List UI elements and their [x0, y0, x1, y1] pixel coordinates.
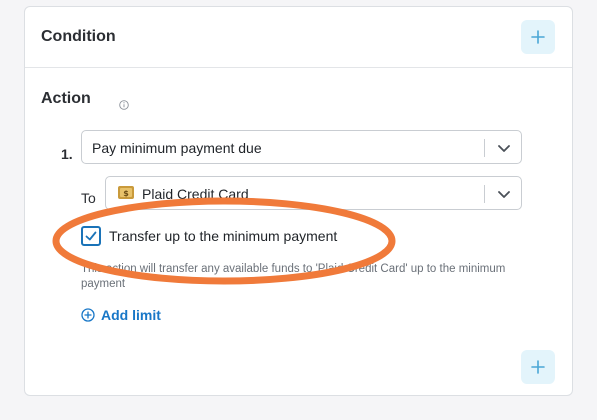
info-icon[interactable]: [119, 100, 129, 110]
select-separator: [484, 139, 485, 157]
plus-circle-icon: [81, 308, 95, 322]
chevron-down-icon[interactable]: [496, 187, 512, 201]
transfer-minimum-label[interactable]: Transfer up to the minimum payment: [109, 228, 337, 244]
transfer-minimum-checkbox[interactable]: [81, 226, 101, 246]
to-label: To: [81, 190, 96, 206]
add-action-button[interactable]: [521, 350, 555, 384]
target-account-value: Plaid Credit Card: [142, 186, 249, 202]
condition-title: Condition: [41, 28, 116, 45]
chevron-down-icon[interactable]: [496, 141, 512, 155]
bank-icon: $: [118, 186, 134, 199]
select-separator: [484, 185, 485, 203]
plus-icon: [531, 30, 545, 44]
svg-text:$: $: [123, 189, 129, 198]
target-account-select[interactable]: $ Plaid Credit Card: [105, 176, 522, 210]
checkmark-icon: [85, 231, 97, 241]
plus-icon: [531, 360, 545, 374]
add-limit-label: Add limit: [101, 307, 161, 323]
add-limit-link[interactable]: Add limit: [81, 307, 161, 323]
action-type-select[interactable]: Pay minimum payment due: [81, 130, 522, 164]
section-divider: [25, 67, 572, 68]
action-title: Action: [41, 90, 91, 107]
step-number: 1.: [61, 146, 73, 162]
action-type-value: Pay minimum payment due: [92, 140, 262, 156]
rule-card: Condition Action 1. Pay minimum payment …: [24, 6, 573, 396]
add-condition-button[interactable]: [521, 20, 555, 54]
helper-text: This action will transfer any available …: [81, 263, 506, 290]
